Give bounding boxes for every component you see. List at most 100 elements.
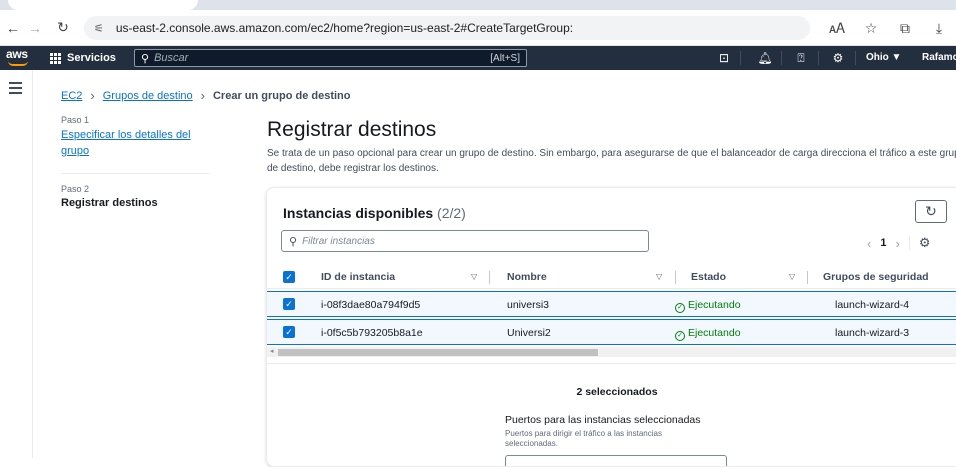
page-description: Se trata de un paso opcional para crear … [267, 146, 956, 176]
filter-placeholder: Filtrar instancias [302, 236, 375, 247]
step1-link[interactable]: Especificar los detalles del grupo [61, 127, 209, 159]
name-cell: universi3 [507, 299, 549, 311]
name-cell: Universi2 [507, 327, 551, 339]
step-divider [61, 173, 209, 174]
aws-smile-icon [8, 61, 28, 66]
pagination: ‹ 1 › ⚙ [867, 235, 930, 251]
instance-id-cell: i-0f5c5b793205b8a1e [321, 327, 423, 339]
active-tab[interactable] [8, 0, 198, 10]
nav-divider [781, 51, 782, 65]
ports-description: Puertos para dirigir el tráfico a las in… [505, 429, 705, 449]
state-cell: ✓Ejecutando [675, 299, 741, 313]
ports-input[interactable] [505, 455, 727, 467]
state-text: Ejecutando [688, 299, 741, 311]
forward-icon[interactable]: → [24, 20, 46, 36]
grid-icon [50, 53, 61, 64]
refresh-icon: ↻ [925, 203, 937, 219]
breadcrumb-target-groups[interactable]: Grupos de destino [103, 90, 193, 102]
row-checkbox[interactable]: ✓ [283, 326, 295, 338]
services-button[interactable]: Servicios [50, 46, 116, 70]
search-input[interactable]: ⚲ Buscar [Alt+S] [134, 49, 527, 67]
nav-divider [855, 51, 856, 65]
chevron-left-icon[interactable]: ‹ [867, 236, 871, 251]
step2-current: Registrar destinos [61, 197, 209, 209]
selected-count: 2 seleccionados [267, 386, 956, 398]
bookmark-star-icon[interactable]: ☆ [854, 20, 888, 37]
table-preferences-gear-icon[interactable]: ⚙ [919, 235, 931, 251]
step1-label: Paso 1 [61, 115, 209, 125]
chevron-right-icon: › [201, 88, 205, 103]
table-row[interactable]: ✓ i-0f5c5b793205b8a1e Universi2 ✓Ejecuta… [267, 319, 956, 345]
browser-tab-strip [0, 0, 956, 10]
table-header: ✓ ID de instancia ▽ Nombre ▽ Estado ▽ Gr… [267, 265, 956, 289]
step2-label: Paso 2 [61, 184, 209, 194]
aws-logo-text: aws [6, 47, 32, 61]
site-settings-icon[interactable]: ⚟ [94, 22, 104, 35]
scroll-left-arrow-icon[interactable]: ◂ [270, 347, 274, 355]
search-icon: ⚲ [289, 235, 297, 248]
nav-divider [818, 51, 819, 65]
check-circle-icon: ✓ [675, 331, 685, 341]
breadcrumb: EC2 › Grupos de destino › Crear un grupo… [61, 88, 351, 103]
region-selector[interactable]: Ohio ▼ [866, 52, 901, 63]
selection-count-badge: (2/2) [437, 205, 466, 221]
column-divider[interactable] [675, 271, 676, 284]
nav-divider [740, 51, 741, 65]
column-header-state[interactable]: Estado [691, 271, 726, 283]
translate-icon[interactable]: 🗚 [820, 20, 854, 37]
pager-divider [909, 236, 910, 250]
state-text: Ejecutando [688, 327, 741, 339]
aws-logo[interactable]: aws [6, 47, 32, 69]
reload-icon[interactable]: ↻ [52, 19, 74, 36]
breadcrumb-ec2[interactable]: EC2 [61, 90, 82, 102]
ports-label: Puertos para las instancias seleccionada… [505, 414, 701, 426]
browser-toolbar: ← → ↻ ⚟ us-east-2.console.aws.amazon.com… [0, 10, 956, 46]
table-row[interactable]: ✓ i-08f3dae80a794f9d5 universi3 ✓Ejecuta… [267, 291, 956, 317]
chevron-right-icon: › [90, 88, 94, 103]
search-placeholder: Buscar [154, 52, 490, 64]
instance-id-cell: i-08f3dae80a794f9d5 [321, 299, 420, 311]
check-circle-icon: ✓ [675, 303, 685, 313]
cloudshell-icon[interactable]: ⊡ [716, 50, 732, 66]
row-checkbox[interactable]: ✓ [283, 298, 295, 310]
scrollbar-thumb[interactable] [278, 349, 598, 356]
sort-caret-icon[interactable]: ▽ [789, 272, 795, 281]
column-divider[interactable] [489, 271, 490, 284]
back-icon[interactable]: ← [2, 20, 24, 36]
security-group-cell: launch-wizard-3 [835, 327, 909, 339]
filter-instances-input[interactable]: ⚲ Filtrar instancias [281, 230, 649, 252]
column-header-instance-id[interactable]: ID de instancia [321, 271, 395, 283]
column-divider[interactable] [807, 271, 808, 284]
help-icon[interactable]: ⍰ [793, 50, 809, 66]
settings-gear-icon[interactable]: ⚙ [830, 50, 846, 66]
breadcrumb-current: Crear un grupo de destino [213, 90, 351, 102]
account-menu[interactable]: Rafamor [922, 52, 956, 63]
extensions-icon[interactable]: ⧉ [888, 20, 922, 37]
url-text: us-east-2.console.aws.amazon.com/ec2/hom… [116, 21, 573, 35]
notifications-bell-icon[interactable]: 🔔︎ [757, 50, 773, 66]
page-number[interactable]: 1 [880, 237, 886, 249]
refresh-button[interactable]: ↻ [915, 200, 947, 223]
search-icon: ⚲ [141, 52, 149, 65]
wizard-steps: Paso 1 Especificar los detalles del grup… [61, 115, 209, 209]
page-title: Registrar destinos [267, 118, 436, 142]
panel-title-text: Instancias disponibles [283, 205, 433, 221]
panel-title: Instancias disponibles (2/2) [283, 205, 466, 221]
chevron-right-icon[interactable]: › [895, 236, 899, 251]
address-bar[interactable]: ⚟ us-east-2.console.aws.amazon.com/ec2/h… [84, 16, 810, 40]
horizontal-scrollbar[interactable]: ◂ [267, 347, 956, 357]
select-all-checkbox[interactable]: ✓ [283, 271, 295, 283]
menu-hamburger-icon[interactable] [9, 82, 22, 97]
available-instances-panel: Instancias disponibles (2/2) ↻ ⚲ Filtrar… [266, 187, 956, 467]
side-navigation-rail [0, 70, 33, 458]
column-header-name[interactable]: Nombre [507, 271, 547, 283]
services-label: Servicios [67, 52, 116, 64]
state-cell: ✓Ejecutando [675, 327, 741, 341]
aws-top-nav: aws Servicios ⚲ Buscar [Alt+S] ⊡ 🔔︎ ⍰ ⚙ … [0, 46, 956, 70]
sort-caret-icon[interactable]: ▽ [656, 272, 662, 281]
selected-instances-section: 2 seleccionados Puertos para las instanc… [267, 363, 956, 467]
download-icon[interactable]: ⤓ [922, 20, 956, 37]
column-header-security-groups[interactable]: Grupos de seguridad [823, 271, 929, 283]
security-group-cell: launch-wizard-4 [835, 299, 909, 311]
sort-caret-icon[interactable]: ▽ [471, 272, 477, 281]
